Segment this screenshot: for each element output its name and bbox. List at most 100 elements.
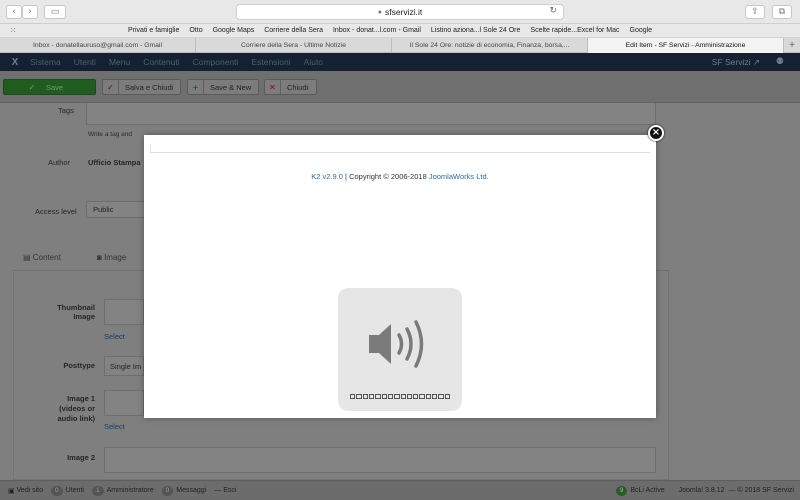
- forward-button[interactable]: ›: [22, 5, 38, 19]
- select-thumbnail-link[interactable]: Select: [104, 332, 125, 341]
- save-new-button[interactable]: + Save & New: [187, 79, 259, 95]
- users-label: Utenti: [65, 487, 84, 494]
- image2-input[interactable]: [104, 447, 656, 473]
- volume-segment: [444, 394, 450, 399]
- volume-segment: [419, 394, 425, 399]
- show-tabs-button[interactable]: ⧉: [772, 5, 792, 19]
- volume-segment: [381, 394, 387, 399]
- author-label: Author: [48, 158, 71, 167]
- posttype-label: Posttype: [63, 361, 95, 370]
- joomla-version: Joomla! 3.8.12: [678, 487, 725, 494]
- image2-label: Image 2: [67, 453, 95, 462]
- close-label: Chiudi: [287, 82, 309, 92]
- back-button[interactable]: ‹: [6, 5, 22, 19]
- volume-segment: [432, 394, 438, 399]
- close-button[interactable]: ✕ Chiudi: [264, 79, 317, 95]
- menu-aiuto[interactable]: Aiuto: [304, 57, 323, 67]
- save-button[interactable]: ✓ Save: [3, 79, 96, 95]
- bcli-status: 9 BcLi Active: [615, 485, 665, 496]
- joomlaworks-link[interactable]: JoomlaWorks Ltd.: [429, 172, 489, 181]
- joomla-logo-icon[interactable]: X: [0, 57, 30, 68]
- favorite-link[interactable]: Scelte rapide...Excel for Mac: [530, 27, 619, 34]
- favorite-link[interactable]: Otto: [189, 27, 202, 34]
- check-icon: ✓: [103, 80, 119, 94]
- menu-menu[interactable]: Menu: [109, 57, 130, 67]
- admin-link[interactable]: 1 Amministratore: [91, 485, 154, 496]
- lock-icon: ●: [377, 8, 382, 16]
- sidebar-toggle-button[interactable]: ▭: [44, 5, 66, 19]
- logout-label: Esci: [223, 487, 237, 494]
- favorite-link[interactable]: Corriere della Sera: [264, 27, 323, 34]
- favorite-link[interactable]: Privati e famiglie: [128, 27, 179, 34]
- menu-componenti[interactable]: Componenti: [193, 57, 239, 67]
- cancel-icon: ✕: [265, 80, 281, 94]
- volume-segment: [413, 394, 419, 399]
- share-button[interactable]: ⇪: [745, 5, 765, 19]
- thumbnail-input[interactable]: [104, 299, 144, 325]
- joomla-navbar: X Sistema Utenti Menu Contenuti Componen…: [0, 53, 800, 71]
- volume-segment: [375, 394, 381, 399]
- volume-hud: [338, 288, 462, 411]
- admin-label: Amministratore: [106, 487, 154, 494]
- external-icon: ▣: [8, 487, 17, 495]
- image1-input[interactable]: [104, 390, 144, 416]
- user-icon[interactable]: ⚉: [776, 56, 784, 67]
- tab-image-label: Image: [104, 253, 127, 262]
- camera-icon: ◙: [97, 253, 105, 262]
- volume-segment: [356, 394, 362, 399]
- reload-icon[interactable]: ↻: [549, 6, 557, 16]
- grid-icon[interactable]: ⁙: [0, 26, 26, 35]
- access-level-value: Public: [93, 205, 114, 214]
- favorite-link[interactable]: Google: [630, 27, 653, 34]
- access-level-select[interactable]: Public: [86, 201, 146, 218]
- messages-link[interactable]: 0 Messaggi: [161, 485, 207, 496]
- bcli-badge: 9: [615, 485, 628, 496]
- menu-estensioni[interactable]: Estensioni: [251, 57, 290, 67]
- volume-segment: [350, 394, 356, 399]
- volume-segment: [368, 394, 375, 399]
- new-tab-button[interactable]: +: [784, 38, 800, 52]
- tab-sole24ore[interactable]: Il Sole 24 Ore: notizie di economia, Fin…: [392, 38, 588, 53]
- favorite-link[interactable]: Inbox - donat...l.com - Gmail: [333, 27, 421, 34]
- plus-icon: +: [188, 80, 204, 94]
- image1-label: Image 1 (videos or audio link): [57, 394, 96, 423]
- site-link[interactable]: SF Servizi ↗: [712, 57, 760, 68]
- volume-level-bar: [350, 394, 450, 400]
- k2-copyright: K2 v2.9.0 | Copyright © 2006-2018 Joomla…: [144, 172, 656, 181]
- view-site-link[interactable]: ▣ Vedi sito: [8, 487, 43, 495]
- check-icon: ✓: [28, 82, 36, 92]
- save-close-button[interactable]: ✓ Salva e Chiudi: [102, 79, 181, 95]
- favorite-link[interactable]: Listino aziona...l Sole 24 Ore: [431, 27, 521, 34]
- divider: [150, 152, 650, 153]
- address-bar[interactable]: ● sfservizi.it ↻: [236, 4, 564, 20]
- admin-count-badge: 1: [91, 485, 104, 496]
- messages-label: Messaggi: [176, 487, 207, 494]
- tags-label: Tags: [58, 106, 74, 115]
- menu-contenuti[interactable]: Contenuti: [143, 57, 179, 67]
- favorites-bar: ⁙ Privati e famiglie Otto Google Maps Co…: [0, 24, 800, 38]
- tab-image[interactable]: ◙ Image: [97, 253, 126, 262]
- modal-close-icon[interactable]: ×: [648, 125, 664, 141]
- thumbnail-image-label: Thumbnail Image: [57, 303, 95, 321]
- users-link[interactable]: 0 Utenti: [51, 485, 84, 496]
- tags-hint: Write a tag and: [88, 131, 132, 138]
- favorite-link[interactable]: Google Maps: [213, 27, 255, 34]
- volume-segment: [425, 394, 432, 399]
- tags-input[interactable]: [86, 103, 656, 125]
- volume-segment: [387, 394, 394, 399]
- tab-content-label: Content: [32, 253, 61, 262]
- messages-count-badge: 0: [161, 485, 174, 496]
- menu-sistema[interactable]: Sistema: [30, 57, 61, 67]
- k2-version-link[interactable]: K2 v2.9.0: [311, 172, 343, 181]
- tab-gmail[interactable]: Inbox - donatellauruso@gmail.com - Gmail: [0, 38, 196, 53]
- tab-content[interactable]: ▤ Content: [23, 253, 61, 262]
- logout-link[interactable]: — Esci: [214, 487, 236, 494]
- volume-segment: [406, 394, 413, 399]
- menu-utenti[interactable]: Utenti: [74, 57, 96, 67]
- posttype-value: Single Im: [110, 362, 142, 371]
- posttype-select[interactable]: Single Im: [104, 356, 144, 376]
- tab-edit-item[interactable]: Edit Item - SF Servizi - Amministrazione: [588, 38, 784, 53]
- select-image1-link[interactable]: Select: [104, 422, 125, 431]
- file-icon: ▤: [23, 253, 33, 262]
- tab-corriere[interactable]: Corriere della Sera - Ultime Notizie: [196, 38, 392, 53]
